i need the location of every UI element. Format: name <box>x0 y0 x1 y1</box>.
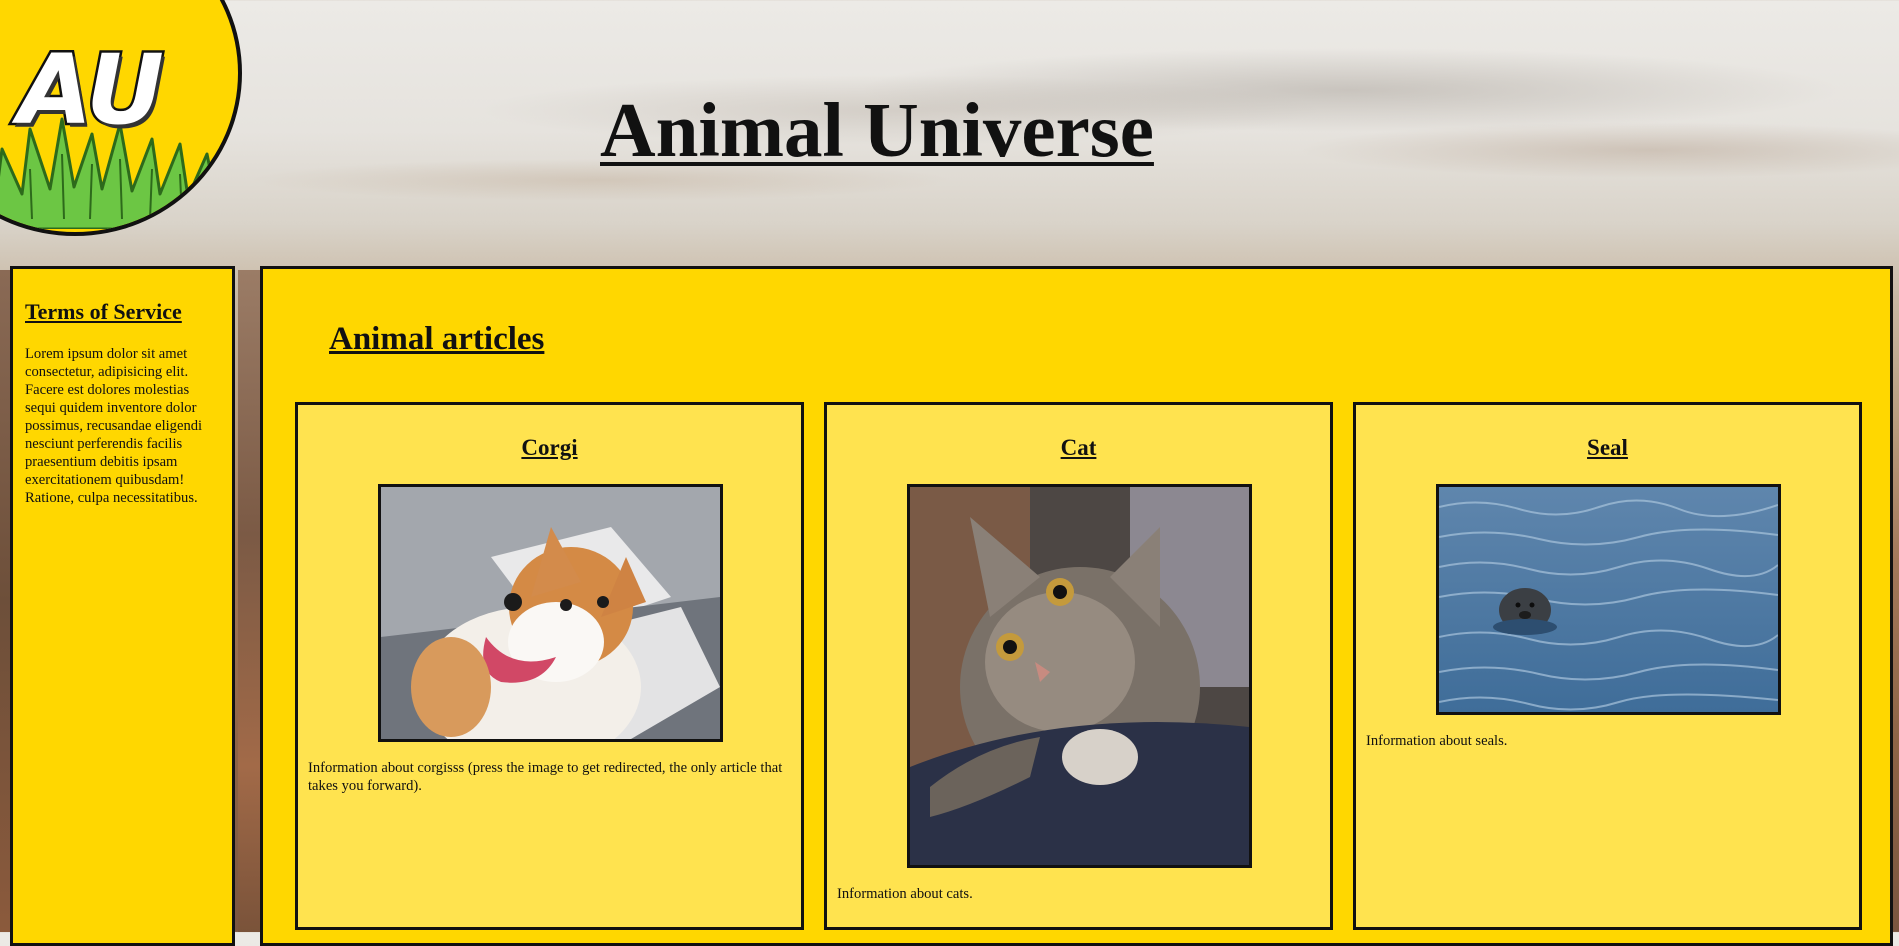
corgi-photo[interactable] <box>378 484 723 742</box>
card-text: Information about cats. <box>837 886 973 902</box>
site-logo[interactable]: AU <box>0 0 242 236</box>
corgi-image <box>381 487 720 739</box>
sidebar-text: Lorem ipsum dolor sit amet consectetur, … <box>25 346 203 506</box>
article-card-cat: Cat Information about cats. <box>824 402 1333 930</box>
sidebar: Terms of Service Lorem ipsum dolor sit a… <box>10 266 235 946</box>
card-text: Information about corgisss (press the im… <box>308 760 783 794</box>
seal-photo[interactable] <box>1436 484 1781 715</box>
article-card-corgi: Corgi Information about corgisss (press … <box>295 402 804 930</box>
page-title: Animal Universe <box>600 87 1154 173</box>
card-title: Cat <box>1060 435 1097 460</box>
article-card-seal: Seal Information about seals. <box>1353 402 1862 930</box>
card-text: Information about seals. <box>1366 733 1508 749</box>
card-title: Seal <box>1587 435 1628 460</box>
logo-text: AU <box>16 34 167 146</box>
section-heading: Animal articles <box>329 321 545 357</box>
sidebar-heading: Terms of Service <box>25 299 182 324</box>
card-title: Corgi <box>521 435 578 460</box>
cat-image <box>910 487 1249 865</box>
main-content: Animal articles Corgi Information about … <box>260 266 1893 946</box>
seal-image <box>1439 487 1778 712</box>
cat-photo[interactable] <box>907 484 1252 868</box>
background-rock-gap <box>238 270 262 932</box>
